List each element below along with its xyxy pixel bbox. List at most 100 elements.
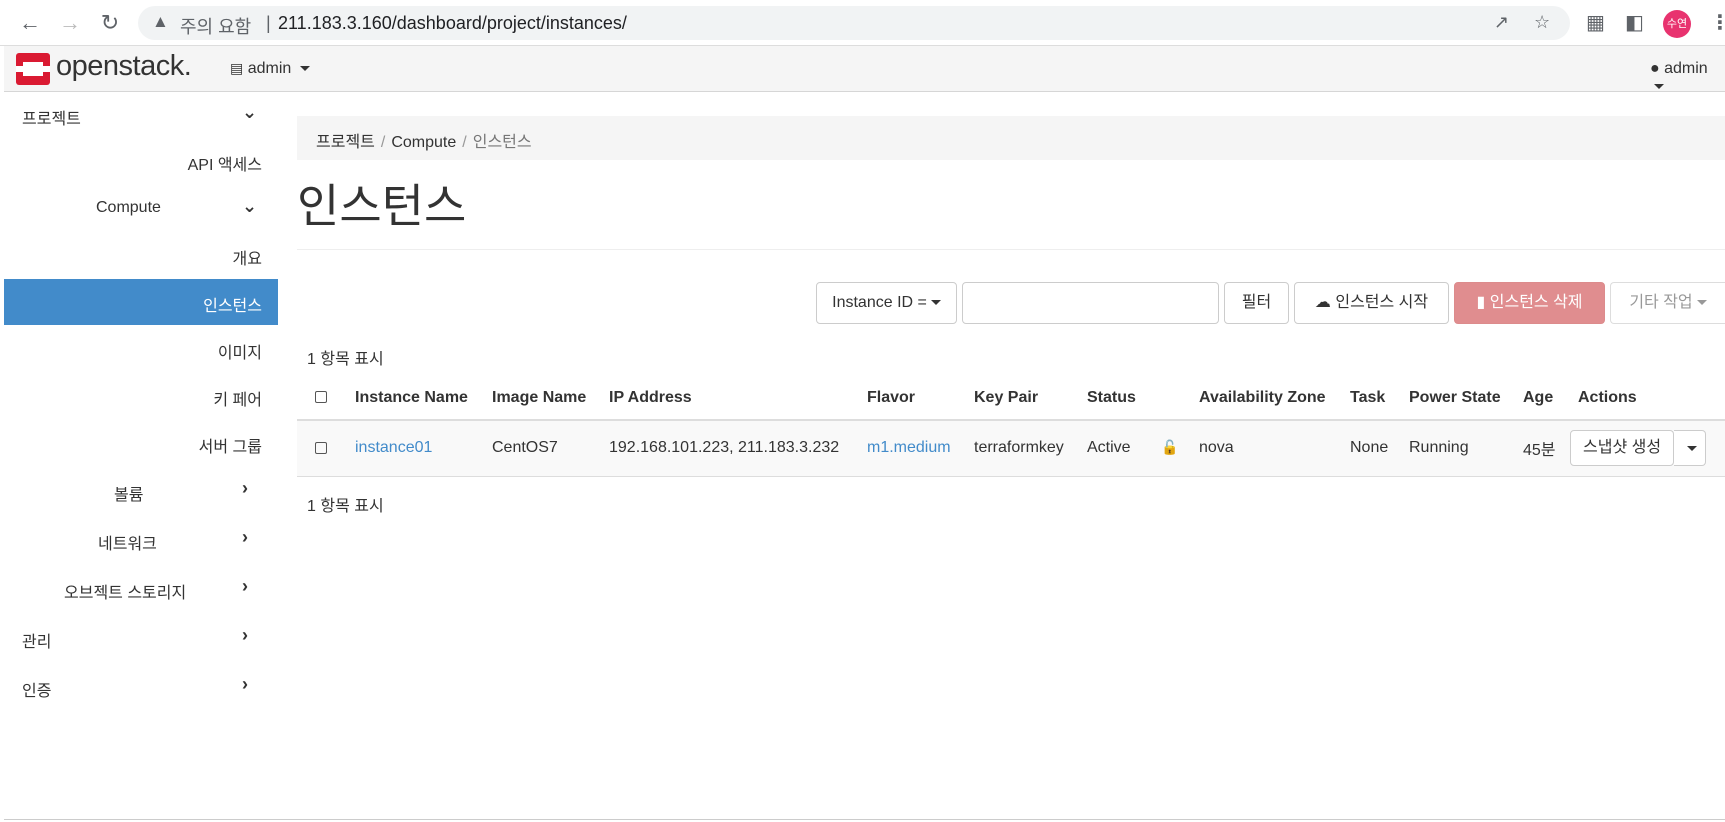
col-instance-name[interactable]: Instance Name [345,376,482,421]
launch-instance-button[interactable]: ☁ 인스턴스 시작 [1294,282,1449,324]
col-image-name[interactable]: Image Name [482,376,599,421]
sidebar-item-project[interactable]: 프로젝트 ⌄ [4,92,278,138]
sidebar-item-network[interactable]: 네트워크 › [4,517,278,563]
caret-down-icon [1654,84,1664,90]
user-menu[interactable]: ● admin [1650,60,1725,96]
breadcrumb-compute[interactable]: Compute [391,134,456,151]
breadcrumb-current: 인스턴스 [472,134,532,151]
col-age[interactable]: Age [1513,376,1568,421]
row-checkbox[interactable] [315,442,327,455]
share-icon[interactable]: ↗ [1494,12,1509,33]
delete-instances-button[interactable]: ▮ 인스턴스 삭제 [1454,282,1605,324]
item-count-top: 1 항목 표시 [307,351,384,368]
flavor-cell: m1.medium [857,420,964,477]
sidebar-item-compute[interactable]: Compute ⌄ [4,186,278,232]
breadcrumb-separator: / [462,134,467,151]
divider [297,249,1725,250]
sidebar-item-label: Compute [96,199,161,216]
row-actions-dropdown[interactable] [1674,430,1707,467]
sidebar-item-api-access[interactable]: API 액세스 [4,138,278,184]
sidebar-item-volumes[interactable]: 볼륨 › [4,468,278,514]
url-text[interactable]: 211.183.3.160/dashboard/project/instance… [278,13,627,34]
chevron-right-icon: › [242,527,248,547]
col-status[interactable]: Status [1077,376,1189,421]
address-bar[interactable]: ▲ 주의 요함 | 211.183.3.160/dashboard/projec… [138,6,1570,40]
extensions-icon[interactable]: ▦ [1586,10,1605,35]
filter-field-select[interactable]: Instance ID = [816,282,957,324]
col-actions: Actions [1568,376,1725,421]
back-icon[interactable]: ← [16,9,44,37]
delete-instances-label: 인스턴스 삭제 [1489,294,1583,311]
filter-button[interactable]: 필터 [1224,282,1289,324]
key-pair-cell: terraformkey [964,420,1077,477]
row-checkbox-cell [297,420,345,477]
sidebar-item-instances[interactable]: 인스턴스 [4,279,278,325]
chevron-right-icon: › [242,625,248,645]
breadcrumb: 프로젝트 / Compute / 인스턴스 [297,116,1725,160]
filter-input[interactable] [962,282,1219,324]
col-task[interactable]: Task [1340,376,1399,421]
caret-down-icon [1686,445,1697,451]
col-key-pair[interactable]: Key Pair [964,376,1077,421]
reload-icon[interactable]: ↻ [96,9,124,37]
chevron-right-icon: › [242,576,248,596]
sidebar-item-object-storage[interactable]: 오브젝트 스토리지 › [4,566,278,612]
chevron-right-icon: › [242,674,248,694]
sidebar-item-admin[interactable]: 관리 › [4,615,278,661]
browser-toolbar: ← → ↻ ▲ 주의 요함 | 211.183.3.160/dashboard/… [0,0,1725,46]
flavor-link[interactable]: m1.medium [867,439,951,456]
sidebar-item-key-pairs[interactable]: 키 페어 [4,373,278,419]
profile-avatar[interactable]: 수연 [1663,10,1691,38]
sidepanel-icon[interactable]: ◧ [1625,10,1644,35]
sidebar-item-label: 네트워크 [98,536,157,553]
sidebar-item-label: 인증 [22,683,52,700]
power-state-cell: Running [1399,420,1513,477]
table-row: instance01 CentOS7 192.168.101.223, 211.… [297,420,1725,477]
security-warning-label[interactable]: 주의 요함 [180,13,251,39]
user-menu-label: admin [1664,60,1708,77]
chevron-down-icon: ⌄ [242,196,258,216]
sidebar-item-overview[interactable]: 개요 [4,232,278,278]
status-text: Active [1087,439,1131,457]
sidebar-item-label: 이미지 [217,345,262,362]
sidebar-item-label: 프로젝트 [22,111,81,128]
instance-name-link[interactable]: instance01 [355,439,432,456]
more-actions-button[interactable]: 기타 작업 [1610,282,1725,324]
sidebar-item-label: 서버 그룹 [198,439,262,456]
sidebar-item-identity[interactable]: 인증 › [4,664,278,710]
sidebar-item-server-groups[interactable]: 서버 그룹 [4,420,278,466]
sidebar: 프로젝트 ⌄ API 액세스 Compute ⌄ 개요 인스턴스 이미지 키 페… [4,92,278,822]
age-cell: 45분 [1513,420,1568,477]
project-icon: ▤ [230,60,244,76]
col-ip-address[interactable]: IP Address [599,376,857,421]
col-flavor[interactable]: Flavor [857,376,964,421]
ip-address-cell: 192.168.101.223, 211.183.3.232 [599,420,857,477]
star-icon[interactable]: ☆ [1534,12,1550,33]
instance-name-cell: instance01 [345,420,482,477]
sidebar-item-label: 개요 [232,251,262,268]
sidebar-item-label: API 액세스 [187,157,262,174]
status-cell: Active 🔓 [1077,420,1189,477]
col-availability-zone[interactable]: Availability Zone [1189,376,1340,421]
sidebar-item-images[interactable]: 이미지 [4,326,278,372]
breadcrumb-separator: / [380,134,386,151]
sidebar-item-label: 볼륨 [114,487,144,504]
sidebar-item-label: 오브젝트 스토리지 [64,585,187,602]
logo-text[interactable]: openstack. [56,50,192,83]
sidebar-item-label: 인스턴스 [203,298,262,315]
image-name-cell: CentOS7 [482,420,599,477]
create-snapshot-button[interactable]: 스냅샷 생성 [1570,430,1675,467]
menu-icon[interactable]: ⋮ [1710,10,1725,35]
select-all-checkbox[interactable] [315,391,327,404]
forward-icon[interactable]: → [56,9,84,37]
filter-field-label: Instance ID = [832,294,927,311]
sidebar-item-label: 키 페어 [213,392,262,409]
breadcrumb-project[interactable]: 프로젝트 [316,134,375,151]
warning-icon[interactable]: ▲ [152,12,169,32]
chevron-down-icon: ⌄ [242,102,258,122]
project-switcher[interactable]: ▤ admin [230,60,310,78]
col-power-state[interactable]: Power State [1399,376,1513,421]
chevron-right-icon: › [242,478,248,498]
openstack-logo-icon[interactable] [16,53,50,85]
caret-down-icon [930,300,941,306]
